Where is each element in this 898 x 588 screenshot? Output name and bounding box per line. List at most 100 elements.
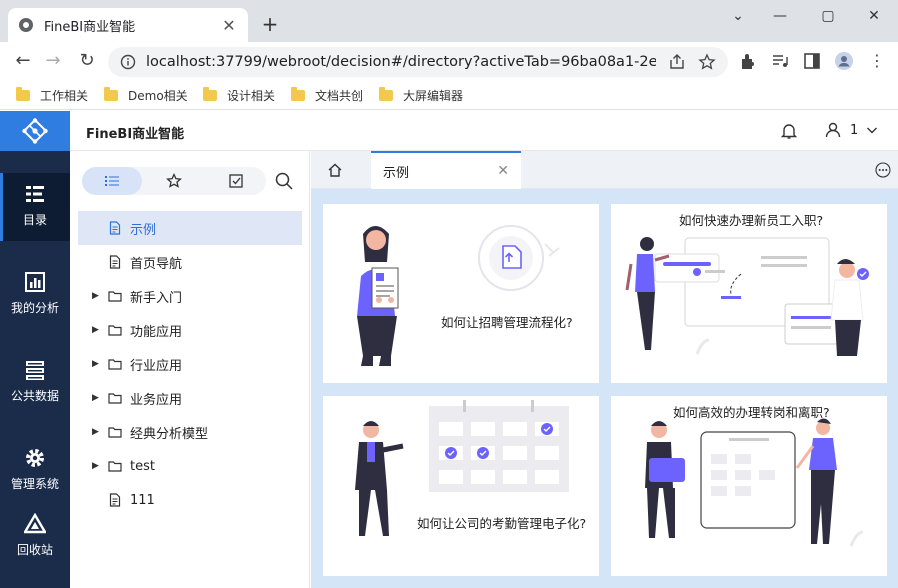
bell-icon[interactable] <box>780 122 798 140</box>
rail-label: 目录 <box>22 213 47 227</box>
card-onboarding[interactable]: 如何快速办理新员工入职? <box>611 204 887 383</box>
rail-item-directory[interactable]: 目录 <box>0 173 70 241</box>
more-options-icon[interactable] <box>875 162 891 178</box>
rail-item-recycle-bin[interactable]: 回收站 <box>0 503 70 571</box>
url-text[interactable]: localhost:37799/webroot/decision#/direct… <box>146 54 656 70</box>
globe-icon <box>19 18 33 32</box>
tree-node[interactable]: 首页导航 <box>78 245 302 279</box>
rail-label: 我的分析 <box>10 301 59 315</box>
rail-item-public-data[interactable]: 公共数据 <box>0 349 70 417</box>
rail-label: 回收站 <box>16 543 53 557</box>
rail-item-management[interactable]: 管理系统 <box>0 437 70 505</box>
tree-node[interactable]: ▶ test <box>78 449 302 483</box>
tree-node[interactable]: 示例 <box>78 211 302 245</box>
card-title: 如何高效的办理转岗和离职? <box>673 405 830 420</box>
directory-icon <box>26 186 44 202</box>
gear-icon <box>26 449 44 467</box>
info-icon[interactable] <box>120 54 136 70</box>
omnibox[interactable]: localhost:37799/webroot/decision#/direct… <box>108 47 728 77</box>
rail-label: 公共数据 <box>10 389 59 403</box>
bookmark-folder[interactable]: Demo相关 <box>104 86 188 104</box>
side-panel-icon[interactable] <box>802 51 822 71</box>
tree-node[interactable]: ▶ 经典分析模型 <box>78 415 302 449</box>
file-icon <box>109 221 121 235</box>
tree-node-label: 行业应用 <box>130 358 183 374</box>
back-arrow-icon[interactable]: ← <box>12 50 34 72</box>
address-bar-row: ← → ↻ localhost:37799/webroot/decision#/… <box>0 42 898 80</box>
app-logo[interactable] <box>0 111 70 151</box>
tree-node-label: 经典分析模型 <box>130 426 209 442</box>
new-tab-button[interactable]: + <box>258 12 282 36</box>
tab-favorites[interactable] <box>144 167 204 195</box>
tree-node-label: test <box>130 458 155 474</box>
media-control-icon[interactable] <box>770 51 790 71</box>
bookmark-folder[interactable]: 工作相关 <box>16 86 88 104</box>
card-transfer[interactable]: 如何高效的办理转岗和离职? <box>611 396 887 576</box>
user-menu[interactable]: 1 <box>824 121 878 139</box>
browser-tab[interactable]: FineBI商业智能 ✕ <box>8 8 248 42</box>
tab-example-label: 示例 <box>383 165 410 181</box>
tree-node[interactable]: ▶ 业务应用 <box>78 381 302 415</box>
content-area: 示例 ✕ 如何让招聘管理流程化? 如何快速办理新员工入职? 如何让公司的考勤管理… <box>311 151 898 588</box>
caret-right-icon[interactable]: ▶ <box>92 325 104 335</box>
card-attendance[interactable]: 如何让公司的考勤管理电子化? <box>323 396 599 576</box>
card-title: 如何快速办理新员工入职? <box>679 213 824 228</box>
folder-icon <box>108 393 122 404</box>
tree-node[interactable]: ▶ 新手入门 <box>78 279 302 313</box>
username: 1 <box>850 122 859 138</box>
caret-right-icon[interactable]: ▶ <box>92 291 104 301</box>
bookmark-folder[interactable]: 大屏编辑器 <box>379 86 463 104</box>
rail-item-my-analysis[interactable]: 我的分析 <box>0 261 70 329</box>
panel-tabs <box>82 167 266 195</box>
recruitment-illustration <box>357 225 560 366</box>
bookmark-label: 大屏编辑器 <box>403 88 464 103</box>
nav-rail: 目录 我的分析 公共数据 管理系统 回收站 <box>0 111 70 588</box>
menu-kebab-icon[interactable]: ⋮ <box>866 50 888 72</box>
tab-example[interactable]: 示例 ✕ <box>371 151 521 189</box>
share-icon[interactable] <box>668 53 686 71</box>
bookmark-folder[interactable]: 设计相关 <box>203 86 275 104</box>
tree-node-label: 业务应用 <box>130 392 183 408</box>
analysis-chart-icon <box>25 272 45 292</box>
card-recruitment[interactable]: 如何让招聘管理流程化? <box>323 204 599 383</box>
window-close-button[interactable]: ✕ <box>860 6 888 26</box>
tab-mine[interactable] <box>206 167 266 195</box>
caret-right-icon[interactable]: ▶ <box>92 461 104 471</box>
reload-icon[interactable]: ↻ <box>76 50 98 72</box>
content-tabbar: 示例 ✕ <box>311 151 898 189</box>
caret-right-icon[interactable]: ▶ <box>92 427 104 437</box>
tab-search-icon[interactable]: ⌄ <box>724 6 752 26</box>
forward-arrow-icon[interactable]: → <box>42 50 64 72</box>
home-icon[interactable] <box>327 162 343 178</box>
tree-node-label: 功能应用 <box>130 324 183 340</box>
tree-node[interactable]: 111 <box>78 483 302 517</box>
onboarding-illustration <box>625 237 869 356</box>
folder-icon <box>108 461 122 472</box>
bookmark-star-icon[interactable] <box>698 53 716 71</box>
profile-avatar-icon[interactable] <box>834 51 854 71</box>
search-icon[interactable] <box>274 171 294 191</box>
minimize-button[interactable]: — <box>766 6 794 26</box>
bookmark-folder[interactable]: 文档共创 <box>291 86 363 104</box>
close-icon[interactable]: ✕ <box>497 163 509 179</box>
tree-node[interactable]: ▶ 功能应用 <box>78 313 302 347</box>
extensions-icon[interactable] <box>738 51 758 71</box>
star-icon <box>166 173 182 188</box>
folder-icon <box>108 359 122 370</box>
maximize-button[interactable]: ▢ <box>814 6 842 26</box>
transfer-illustration <box>645 418 864 547</box>
folder-icon <box>203 86 217 101</box>
caret-right-icon[interactable]: ▶ <box>92 393 104 403</box>
tab-list[interactable] <box>82 167 142 195</box>
user-icon <box>825 122 841 138</box>
rail-label: 管理系统 <box>10 477 59 491</box>
bookmark-label: 设计相关 <box>227 88 276 103</box>
file-icon <box>109 255 121 269</box>
tree-node[interactable]: ▶ 行业应用 <box>78 347 302 381</box>
close-tab-icon[interactable]: ✕ <box>220 16 238 35</box>
database-icon <box>26 361 44 380</box>
directory-tree: 示例 首页导航 ▶ 新手入门 ▶ 功能应用 ▶ 行业应用 ▶ 业务应用 ▶ 经典… <box>78 211 302 517</box>
folder-icon <box>104 86 118 101</box>
chevron-down-icon <box>867 127 878 134</box>
caret-right-icon[interactable]: ▶ <box>92 359 104 369</box>
